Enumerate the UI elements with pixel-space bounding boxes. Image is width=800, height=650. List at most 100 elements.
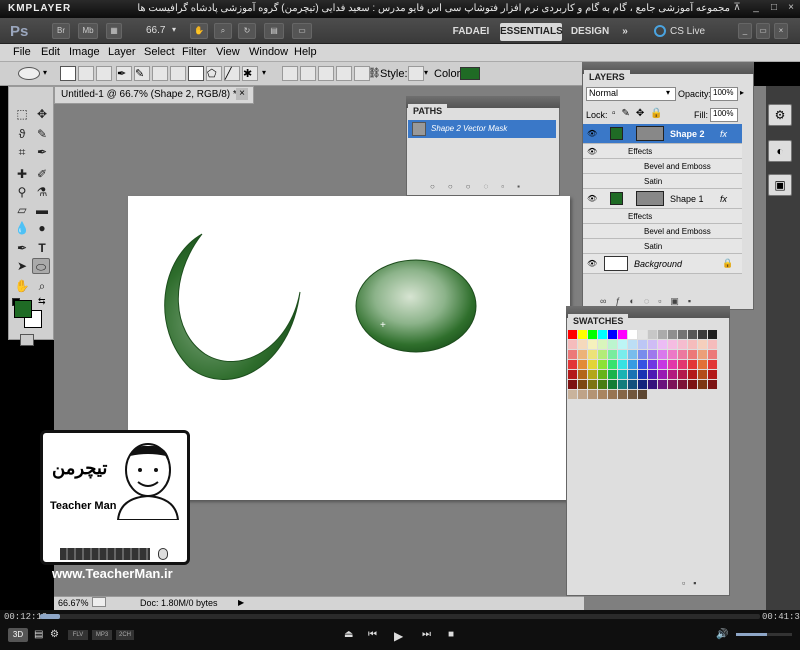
layer-name-shape-1[interactable]: Shape 1 [670,194,704,204]
style-dropdown-icon[interactable]: ▾ [424,68,428,77]
seek-bar[interactable] [40,614,760,619]
color-swatch[interactable] [698,350,707,359]
mini-bridge-button[interactable]: Mb [78,23,98,39]
menu-image[interactable]: Image [69,46,100,58]
color-swatch[interactable] [648,360,657,369]
menu-edit[interactable]: Edit [41,46,60,58]
color-swatch[interactable] [608,390,617,399]
minimize-icon[interactable]: _ [750,2,762,14]
next-icon[interactable]: ⏭ [422,629,431,640]
maximize-icon[interactable]: □ [768,2,780,14]
layer-name-background[interactable]: Background [634,259,682,269]
status-zoom-box[interactable] [92,597,106,607]
color-swatch[interactable] [618,330,627,339]
color-swatch[interactable] [698,340,707,349]
color-swatch[interactable] [628,370,637,379]
color-swatch[interactable] [618,370,627,379]
color-swatch[interactable] [698,360,707,369]
masks-panel-icon[interactable]: ◐ [768,140,792,162]
view-extras-button[interactable]: ▦ [106,23,122,39]
color-swatch[interactable] [628,340,637,349]
shape-layers-mode-icon[interactable] [60,66,76,81]
color-swatch[interactable] [698,380,707,389]
layers-tab[interactable]: LAYERS [584,70,630,84]
color-swatch[interactable] [568,370,577,379]
layer-visibility-icon[interactable]: 👁 [587,195,597,203]
rectangle-tool-icon[interactable] [152,66,168,81]
layer-fx-icon[interactable]: fx [720,194,727,204]
quick-selection-tool-icon[interactable]: ✎ [34,126,50,142]
effect-row[interactable] [583,174,742,189]
paths-mode-icon[interactable] [78,66,94,81]
tool-preset-ellipse-icon[interactable] [18,67,40,80]
dodge-tool-icon[interactable]: ● [34,220,50,236]
color-swatch[interactable] [588,350,597,359]
color-swatch[interactable] [628,330,637,339]
shape-color-swatch[interactable] [460,67,480,80]
layer-fx-icon[interactable]: fx [720,129,727,139]
stop-icon[interactable]: ■ [448,629,454,640]
color-swatch[interactable] [678,390,687,399]
healing-brush-tool-icon[interactable]: ✚ [14,166,30,182]
color-swatch[interactable] [668,360,677,369]
blend-mode-dropdown-icon[interactable]: ▾ [666,88,670,97]
ellipse-tool-icon[interactable] [188,66,204,81]
effect-visibility-icon[interactable]: 👁 [587,148,597,156]
paths-tab[interactable]: PATHS [408,104,448,118]
volume-icon[interactable]: 🔊 [716,629,728,640]
color-swatch[interactable] [608,360,617,369]
color-swatch[interactable] [638,340,647,349]
color-swatch[interactable] [638,370,647,379]
color-swatch[interactable] [628,360,637,369]
eject-icon[interactable]: ⏏ [344,629,353,640]
lasso-tool-icon[interactable]: ϑ [14,126,30,142]
close-icon[interactable]: × [785,2,797,14]
color-swatch[interactable] [638,330,647,339]
ellipse-shape-tool-icon[interactable]: ⬭ [32,258,50,274]
eyedropper-tool-icon[interactable]: ✒ [34,144,50,160]
color-swatch[interactable] [598,330,607,339]
teacherman-url[interactable]: www.TeacherMan.ir [52,566,173,581]
layer-name-shape-2[interactable]: Shape 2 [670,129,705,139]
playlist-icon[interactable]: ▤ [34,629,43,640]
color-swatch[interactable] [668,350,677,359]
adjustments-panel-icon[interactable]: ⚙ [768,104,792,126]
color-swatch[interactable] [628,380,637,389]
color-swatch[interactable] [618,390,627,399]
color-swatch[interactable] [678,350,687,359]
effect-row[interactable] [583,239,742,254]
color-swatch[interactable] [698,390,707,399]
color-swatch[interactable] [598,370,607,379]
polygon-tool-icon[interactable]: ⬠ [206,66,222,81]
color-swatch[interactable] [668,340,677,349]
color-swatch[interactable] [608,380,617,389]
history-brush-tool-icon[interactable]: ⚗ [34,184,50,200]
gradient-tool-icon[interactable]: ▬ [34,202,50,218]
color-swatch[interactable] [688,340,697,349]
color-swatch[interactable] [618,380,627,389]
custom-shape-tool-icon[interactable]: ✱ [242,66,258,81]
color-swatch[interactable] [658,340,667,349]
menu-layer[interactable]: Layer [108,46,136,58]
settings-icon[interactable]: ⚙ [50,629,59,640]
clone-stamp-tool-icon[interactable]: ⚲ [14,184,30,200]
swap-colors-icon[interactable]: ⇆ [38,296,46,307]
status-zoom[interactable]: 66.67% [58,598,89,608]
geometry-options-icon[interactable]: ▾ [262,68,266,77]
menu-file[interactable]: File [13,46,31,58]
swatches-tab[interactable]: SWATCHES [568,314,629,328]
color-swatch[interactable] [648,370,657,379]
marquee-tool-icon[interactable]: ⬚ [14,106,30,122]
color-swatch[interactable] [658,370,667,379]
color-swatch[interactable] [648,350,657,359]
color-swatch[interactable] [638,350,647,359]
color-swatch[interactable] [598,390,607,399]
color-swatch[interactable] [608,330,617,339]
color-swatch[interactable] [588,330,597,339]
color-swatch[interactable] [568,330,577,339]
color-swatch[interactable] [568,340,577,349]
color-swatch[interactable] [708,360,717,369]
color-swatch[interactable] [648,340,657,349]
workspace-design[interactable]: DESIGN [568,23,612,41]
color-swatch[interactable] [688,390,697,399]
